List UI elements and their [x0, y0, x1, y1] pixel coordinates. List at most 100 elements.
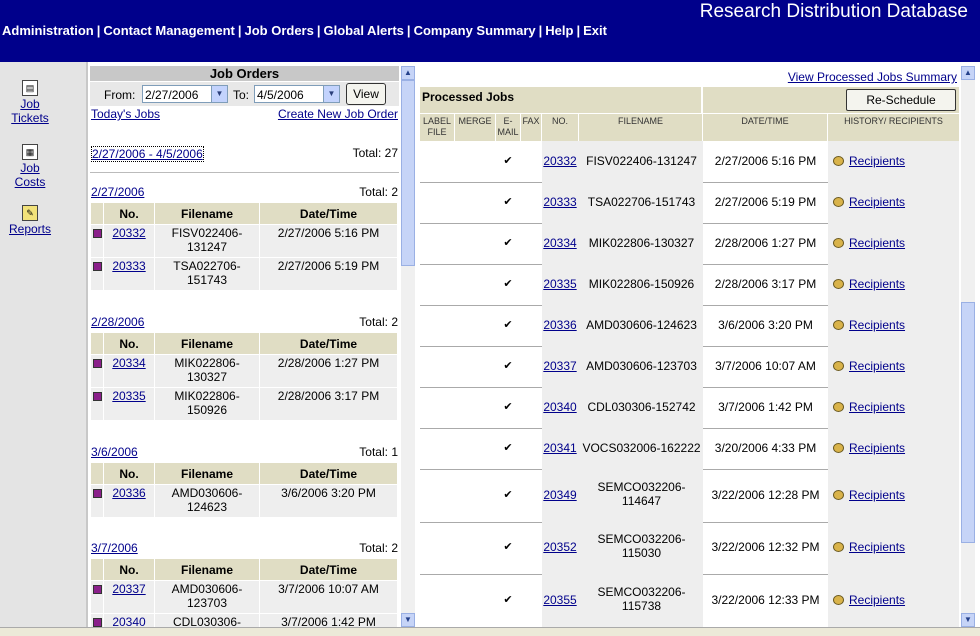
chevron-down-icon[interactable]: ▼ — [323, 86, 339, 102]
recipients-link[interactable]: Recipients — [849, 441, 905, 455]
filename-part2: 150926 — [186, 403, 228, 417]
from-label: From: — [104, 88, 136, 102]
todays-jobs-link[interactable]: Today's Jobs — [91, 107, 160, 121]
processed-jobs-scrollbar[interactable]: ▲ ▼ — [961, 66, 975, 627]
recipients-link[interactable]: Recipients — [849, 400, 905, 414]
scroll-down-icon[interactable]: ▼ — [961, 613, 975, 627]
to-date-select[interactable]: 4/5/2006 ▼ — [254, 85, 340, 103]
job-datetime: 3/22/2006 12:32 PM — [711, 540, 820, 554]
group-date-link[interactable]: 2/27/2006 — [91, 185, 144, 199]
recipients-link[interactable]: Recipients — [849, 277, 905, 291]
recipients-link[interactable]: Recipients — [849, 593, 905, 607]
chevron-down-icon[interactable]: ▼ — [211, 86, 227, 102]
recipients-link[interactable]: Recipients — [849, 540, 905, 554]
scroll-up-icon[interactable]: ▲ — [961, 66, 975, 80]
recipients-link-wrap[interactable]: Recipients — [828, 236, 959, 250]
sidebar-item-job-costs[interactable]: ▦ Job Costs — [0, 144, 60, 189]
scroll-thumb[interactable] — [401, 80, 415, 266]
job-tickets-line2[interactable]: Tickets — [11, 111, 49, 125]
job-number-link[interactable]: 20334 — [543, 236, 576, 250]
group-date-link[interactable]: 3/7/2006 — [91, 541, 138, 555]
col-datetime: Date/Time — [259, 558, 398, 581]
job-costs-line1[interactable]: Job — [20, 161, 39, 175]
recipients-link-wrap[interactable]: Recipients — [828, 488, 959, 502]
job-number-link[interactable]: 20332 — [112, 226, 145, 240]
job-number-link[interactable]: 20333 — [112, 259, 145, 273]
recipients-link[interactable]: Recipients — [849, 195, 905, 209]
recipients-link[interactable]: Recipients — [849, 488, 905, 502]
recipients-link-wrap[interactable]: Recipients — [828, 359, 959, 373]
recipients-link-wrap[interactable]: Recipients — [828, 540, 959, 554]
select-checkbox[interactable] — [92, 618, 102, 627]
table-row: 20332 FISV022406- 131247 2/27/2006 5:16 P… — [90, 224, 398, 258]
job-number-link[interactable]: 20336 — [112, 486, 145, 500]
group-date-link[interactable]: 3/6/2006 — [91, 445, 138, 459]
table-row: 20333 TSA022706- 151743 2/27/2006 5:19 PM — [90, 257, 398, 291]
recipients-link[interactable]: Recipients — [849, 359, 905, 373]
select-checkbox[interactable] — [92, 262, 102, 271]
job-number-link[interactable]: 20337 — [112, 582, 145, 596]
from-date-select[interactable]: 2/27/2006 ▼ — [142, 85, 228, 103]
select-checkbox[interactable] — [92, 392, 102, 401]
filename-part2: 151743 — [186, 273, 228, 287]
scroll-down-icon[interactable]: ▼ — [401, 613, 415, 627]
nav-administration[interactable]: Administration — [2, 23, 94, 38]
job-costs-line2[interactable]: Costs — [15, 175, 46, 189]
select-checkbox[interactable] — [92, 585, 102, 594]
nav-global-alerts[interactable]: Global Alerts — [323, 23, 403, 38]
recipients-link-wrap[interactable]: Recipients — [828, 318, 959, 332]
recipients-link[interactable]: Recipients — [849, 318, 905, 332]
job-number-link[interactable]: 20336 — [543, 318, 576, 332]
table-row: ✔ 20336 AMD030606-124623 3/6/2006 3:20 PM Re… — [420, 305, 959, 347]
job-number-link[interactable]: 20333 — [543, 195, 576, 209]
date-range-link[interactable]: 2/27/2006 - 4/5/2006 — [91, 146, 204, 162]
job-tickets-line1[interactable]: Job — [20, 97, 39, 111]
filename-part2: 131247 — [186, 240, 228, 254]
view-processed-jobs-summary-link[interactable]: View Processed Jobs Summary — [788, 70, 957, 84]
job-number-link[interactable]: 20340 — [112, 615, 145, 627]
email-check-icon: ✔ — [503, 541, 513, 553]
scroll-thumb[interactable] — [961, 302, 975, 543]
recipients-link[interactable]: Recipients — [849, 236, 905, 250]
job-number-link[interactable]: 20335 — [112, 389, 145, 403]
job-number-link[interactable]: 20335 — [543, 277, 576, 291]
email-check-icon: ✔ — [503, 593, 513, 606]
recipients-link[interactable]: Recipients — [849, 154, 905, 168]
nav-job-orders[interactable]: Job Orders — [244, 23, 313, 38]
nav-contact-management[interactable]: Contact Management — [103, 23, 234, 38]
recipients-link-wrap[interactable]: Recipients — [828, 593, 959, 607]
job-number-link[interactable]: 20352 — [543, 540, 576, 554]
job-number-link[interactable]: 20337 — [543, 359, 576, 373]
nav-company-summary[interactable]: Company Summary — [414, 23, 536, 38]
email-check-icon: ✔ — [503, 154, 513, 167]
job-number-link[interactable]: 20334 — [112, 356, 145, 370]
sidebar-item-job-tickets[interactable]: ▤ Job Tickets — [0, 80, 60, 125]
job-number-link[interactable]: 20349 — [543, 488, 576, 502]
scroll-up-icon[interactable]: ▲ — [401, 66, 415, 80]
job-orders-scrollbar[interactable]: ▲ ▼ — [401, 66, 415, 627]
main-nav: Administration | Contact Management | Job Or… — [2, 23, 607, 38]
select-checkbox[interactable] — [92, 489, 102, 498]
view-button[interactable]: View — [346, 83, 386, 105]
recipients-link-wrap[interactable]: Recipients — [828, 441, 959, 455]
job-number-link[interactable]: 20340 — [543, 400, 576, 414]
job-number-link[interactable]: 20341 — [543, 441, 576, 455]
nav-exit[interactable]: Exit — [583, 23, 607, 38]
job-datetime: 3/6/2006 3:20 PM — [259, 484, 398, 518]
sidebar-item-reports[interactable]: ✎ Reports — [0, 205, 60, 236]
job-number-link[interactable]: 20332 — [543, 154, 576, 168]
recipients-link-wrap[interactable]: Recipients — [828, 154, 959, 168]
reschedule-button[interactable]: Re-Schedule — [846, 89, 956, 111]
recipients-link-wrap[interactable]: Recipients — [828, 277, 959, 291]
processed-jobs-header: Processed Jobs Re-Schedule — [420, 87, 959, 113]
recipients-link-wrap[interactable]: Recipients — [828, 195, 959, 209]
filename-part2: 115738 — [621, 598, 662, 613]
group-date-link[interactable]: 2/28/2006 — [91, 315, 144, 329]
job-number-link[interactable]: 20355 — [543, 593, 576, 607]
recipients-link-wrap[interactable]: Recipients — [828, 400, 959, 414]
nav-help[interactable]: Help — [545, 23, 573, 38]
select-checkbox[interactable] — [92, 229, 102, 238]
select-checkbox[interactable] — [92, 359, 102, 368]
create-new-job-order-link[interactable]: Create New Job Order — [278, 107, 398, 121]
reports-label[interactable]: Reports — [9, 222, 51, 236]
